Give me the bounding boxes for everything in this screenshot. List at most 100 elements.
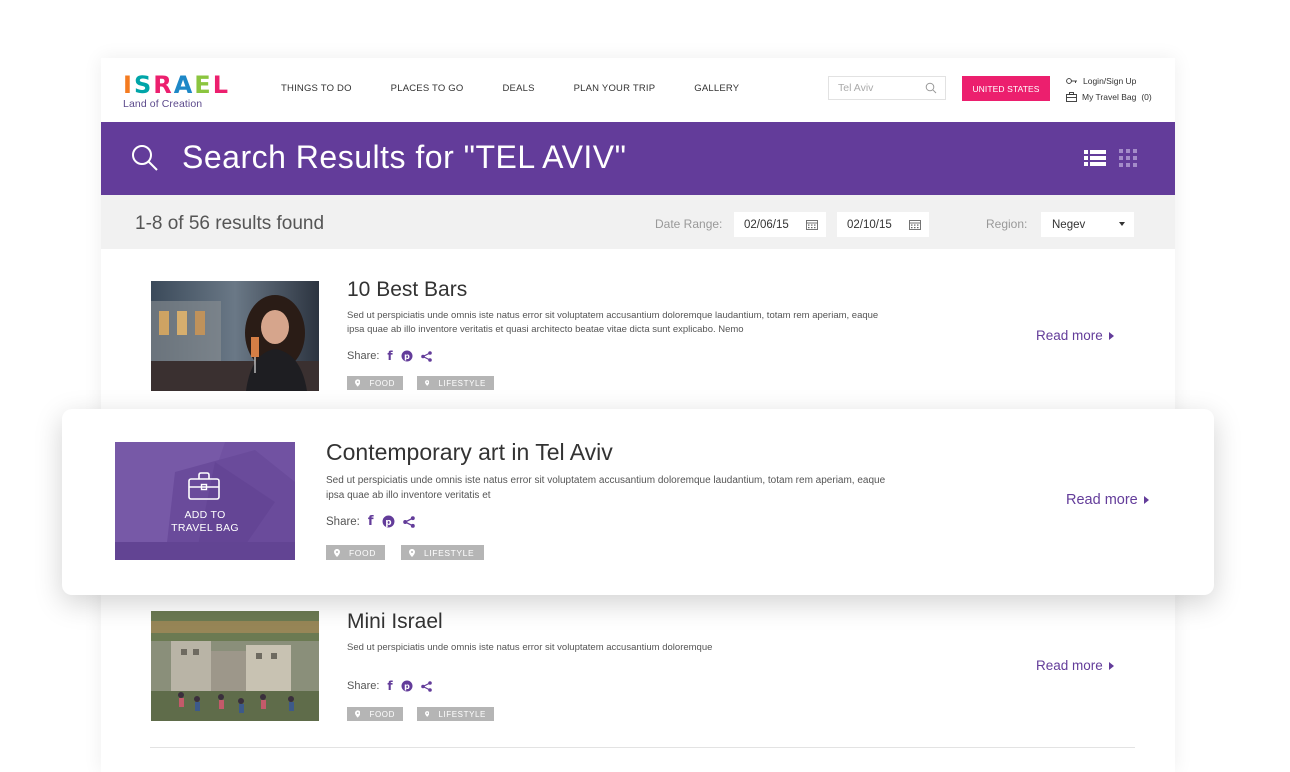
share-icon[interactable] xyxy=(420,350,432,362)
calendar-icon[interactable] xyxy=(806,219,818,230)
pinterest-icon[interactable]: p xyxy=(401,680,413,692)
read-more-link[interactable]: Read more xyxy=(1036,658,1114,673)
site-header: I S R A E L Land of Creation THINGS TO D… xyxy=(101,58,1175,122)
read-more-link[interactable]: Read more xyxy=(1066,492,1149,508)
tag-label: FOOD xyxy=(369,709,395,719)
date-from-field[interactable]: 02/06/15 xyxy=(734,212,826,237)
calendar-icon[interactable] xyxy=(909,219,921,230)
share-icon[interactable] xyxy=(420,680,432,692)
result-title[interactable]: Contemporary art in Tel Aviv xyxy=(326,439,613,466)
pinterest-icon[interactable]: p xyxy=(382,515,395,528)
share-label: Share: xyxy=(347,680,380,692)
result-item: 10 Best Bars Sed ut perspiciatis unde om… xyxy=(101,249,1175,409)
nav-plan-your-trip[interactable]: PLAN YOUR TRIP xyxy=(574,83,656,94)
svg-text:p: p xyxy=(404,682,410,691)
tag-list: FOOD LIFESTYLE xyxy=(347,376,494,390)
pinterest-icon[interactable]: p xyxy=(401,350,413,362)
tag-label: LIFESTYLE xyxy=(438,709,486,719)
result-thumbnail-mini-israel[interactable] xyxy=(151,611,319,721)
tag-list: FOOD LIFESTYLE xyxy=(347,707,494,721)
login-label: Login/Sign Up xyxy=(1083,76,1137,86)
date-to-field[interactable]: 02/10/15 xyxy=(837,212,929,237)
tag-food[interactable]: FOOD xyxy=(326,545,385,560)
caret-right-icon xyxy=(1143,496,1149,504)
tag-list: FOOD LIFESTYLE xyxy=(326,545,484,560)
read-more-link[interactable]: Read more xyxy=(1036,328,1114,343)
facebook-icon[interactable]: f xyxy=(368,514,374,529)
logo[interactable]: I S R A E L Land of Creation xyxy=(123,72,243,112)
caret-right-icon xyxy=(1108,661,1114,670)
search-results-banner: Search Results for "TEL AVIV" xyxy=(101,122,1175,195)
results-count: 1-8 of 56 results found xyxy=(135,213,325,234)
tag-lifestyle[interactable]: LIFESTYLE xyxy=(417,376,494,390)
nav-gallery[interactable]: GALLERY xyxy=(694,83,739,94)
tag-lifestyle[interactable]: LIFESTYLE xyxy=(417,707,494,721)
share-label: Share: xyxy=(347,350,380,362)
login-link[interactable]: Login/Sign Up xyxy=(1066,73,1152,89)
add-to-bag-line1: ADD TO xyxy=(184,509,226,521)
filter-bar: 1-8 of 56 results found Date Range: 02/0… xyxy=(101,195,1175,249)
date-from-value: 02/06/15 xyxy=(744,218,789,231)
nav-places-to-go[interactable]: PLACES TO GO xyxy=(391,83,464,94)
tag-label: LIFESTYLE xyxy=(438,378,486,388)
facebook-icon[interactable]: f xyxy=(387,349,392,363)
region-select[interactable]: Negev xyxy=(1041,212,1134,237)
logo-letter: I xyxy=(123,71,132,99)
tag-label: FOOD xyxy=(349,547,376,558)
result-description: Sed ut perspiciatis unde omnis iste natu… xyxy=(326,475,886,501)
region-value: Negev xyxy=(1052,218,1086,231)
page-title: Search Results for "TEL AVIV" xyxy=(182,139,627,175)
search-icon xyxy=(132,145,158,171)
tag-lifestyle[interactable]: LIFESTYLE xyxy=(401,545,484,560)
logo-letter: S xyxy=(133,71,152,99)
result-title[interactable]: Mini Israel xyxy=(347,610,443,634)
share-icon[interactable] xyxy=(402,515,415,528)
location-pin-icon xyxy=(409,548,415,557)
result-item-highlighted: ADD TO TRAVEL BAG Contemporary art in Te… xyxy=(62,409,1214,595)
country-selector-button[interactable]: UNITED STATES xyxy=(962,76,1050,101)
read-more-label: Read more xyxy=(1066,492,1138,508)
svg-text:p: p xyxy=(404,352,410,361)
travel-bag-link[interactable]: My Travel Bag (0) xyxy=(1066,89,1152,105)
logo-letter: L xyxy=(212,71,228,99)
briefcase-icon xyxy=(188,472,220,500)
logo-letter: A xyxy=(173,71,193,99)
location-pin-icon xyxy=(425,711,430,717)
read-more-label: Read more xyxy=(1036,658,1103,673)
location-pin-icon xyxy=(355,710,361,718)
key-icon xyxy=(1066,78,1077,84)
tag-food[interactable]: FOOD xyxy=(347,376,403,390)
result-thumbnail-bar[interactable] xyxy=(151,281,319,391)
date-range-label: Date Range: xyxy=(655,217,723,231)
add-to-bag-text: ADD TO TRAVEL BAG xyxy=(115,509,295,535)
nav-deals[interactable]: DEALS xyxy=(502,83,534,94)
search-icon[interactable] xyxy=(925,82,937,94)
add-to-bag-line2: TRAVEL BAG xyxy=(171,522,239,534)
location-pin-icon xyxy=(355,379,361,387)
grid-view-icon[interactable] xyxy=(1119,149,1137,167)
logo-wordmark: I S R A E L xyxy=(123,72,243,98)
divider xyxy=(150,747,1135,748)
logo-letter: E xyxy=(194,71,211,99)
logo-tagline: Land of Creation xyxy=(123,98,203,110)
mini-israel-photo xyxy=(151,611,319,721)
share-row: Share: f p xyxy=(347,349,432,363)
list-view-icon[interactable] xyxy=(1084,149,1106,167)
read-more-label: Read more xyxy=(1036,328,1103,343)
add-to-travel-bag-button[interactable]: ADD TO TRAVEL BAG xyxy=(115,442,295,560)
travel-bag-label: My Travel Bag xyxy=(1082,92,1137,102)
share-row: Share: f p xyxy=(347,679,432,693)
nav-things-to-do[interactable]: THINGS TO DO xyxy=(281,83,352,94)
logo-letter: R xyxy=(153,71,172,99)
tag-label: FOOD xyxy=(369,378,395,388)
region-label: Region: xyxy=(986,217,1028,231)
facebook-icon[interactable]: f xyxy=(387,679,392,693)
share-label: Share: xyxy=(326,515,360,528)
tag-food[interactable]: FOOD xyxy=(347,707,403,721)
result-title[interactable]: 10 Best Bars xyxy=(347,278,467,302)
search-input[interactable] xyxy=(838,82,920,94)
chevron-down-icon xyxy=(1119,222,1125,226)
result-item: Mini Israel Sed ut perspiciatis unde omn… xyxy=(101,595,1175,745)
header-search xyxy=(828,76,946,100)
location-pin-icon xyxy=(425,380,430,386)
